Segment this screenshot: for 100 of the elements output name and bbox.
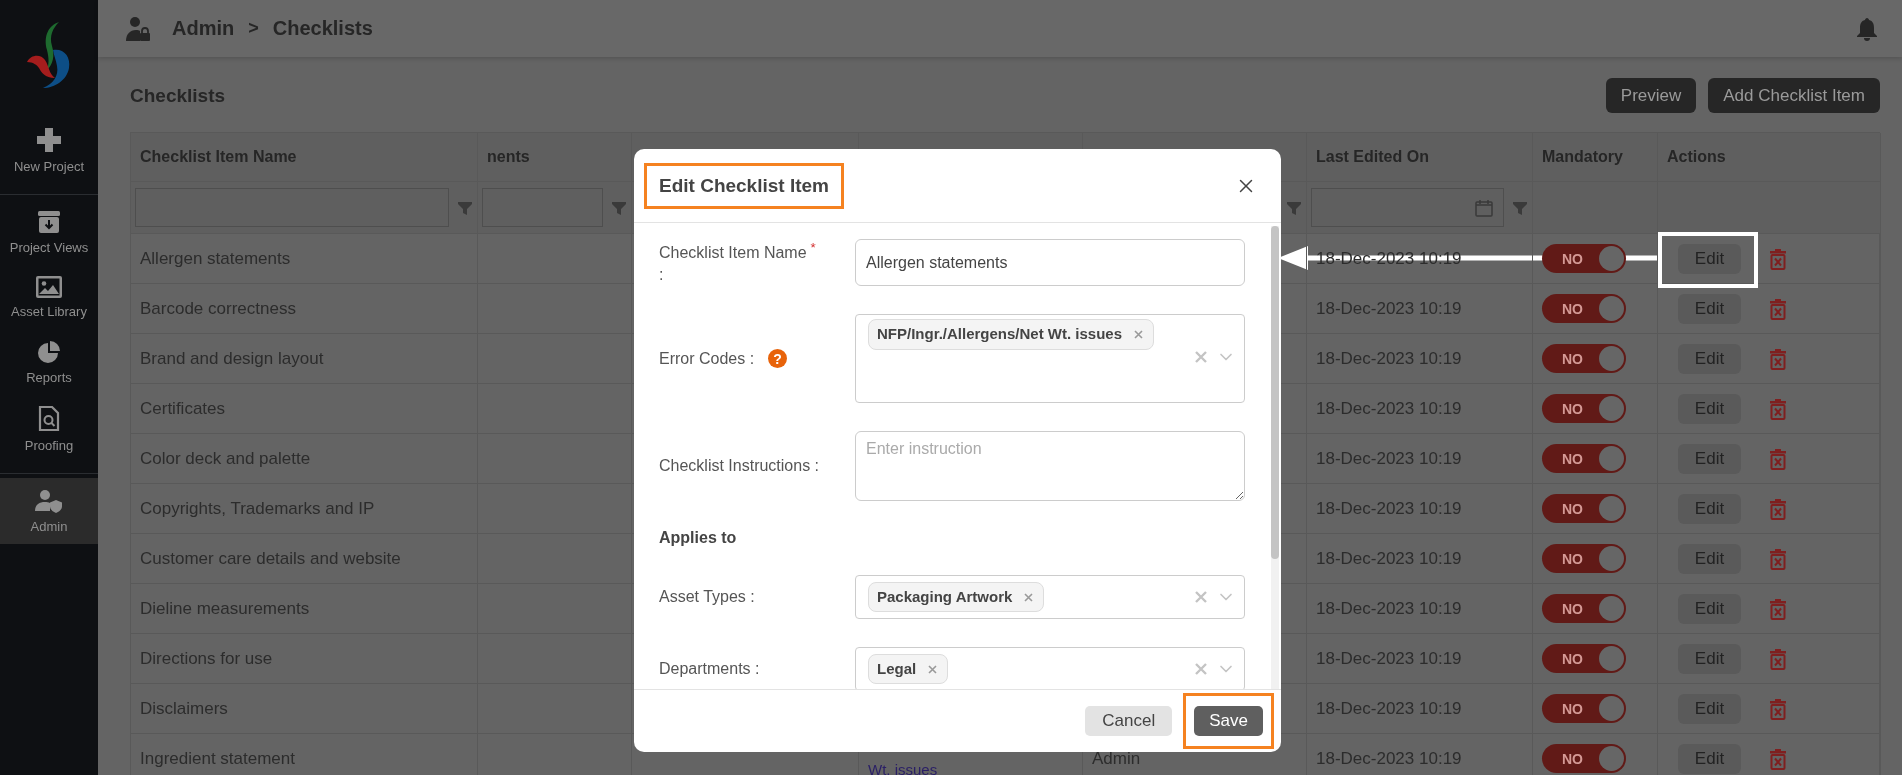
item-name-cell: Ingredient statement bbox=[131, 734, 478, 775]
page-title: Checklists bbox=[130, 84, 226, 107]
date-cell: 18-Dec-2023 10:19 bbox=[1307, 684, 1533, 734]
delete-icon[interactable] bbox=[1769, 447, 1787, 470]
date-cell: 18-Dec-2023 10:19 bbox=[1307, 384, 1533, 434]
sidebar-item[interactable]: Admin bbox=[0, 478, 98, 544]
column-header: Mandatory bbox=[1533, 133, 1658, 182]
date-cell: 18-Dec-2023 10:19 bbox=[1307, 434, 1533, 484]
save-button[interactable]: Save bbox=[1194, 706, 1263, 736]
help-icon[interactable]: ? bbox=[768, 349, 788, 368]
date-cell: 18-Dec-2023 10:19 bbox=[1307, 584, 1533, 634]
mandatory-toggle[interactable]: NO bbox=[1542, 544, 1626, 573]
field-label: Checklist Instructions : bbox=[659, 457, 820, 475]
filter-input[interactable] bbox=[1311, 188, 1504, 227]
sidebar-item[interactable]: Project Views bbox=[0, 199, 98, 265]
item-name-cell: Disclaimers bbox=[131, 684, 478, 734]
date-cell: 18-Dec-2023 10:19 bbox=[1307, 334, 1533, 384]
field-label: Error Codes : bbox=[659, 349, 755, 368]
preview-button[interactable]: Preview bbox=[1605, 78, 1697, 113]
date-cell: 18-Dec-2023 10:19 bbox=[1307, 234, 1533, 284]
scrollbar-thumb[interactable] bbox=[1271, 226, 1279, 560]
document-search-icon bbox=[38, 406, 60, 432]
mandatory-toggle[interactable]: NO bbox=[1542, 644, 1626, 673]
error-code-text: Wt. issues bbox=[868, 761, 938, 775]
breadcrumb-separator: > bbox=[248, 18, 259, 39]
tag-chip: NFP/Ingr./Allergens/Net Wt. issues bbox=[868, 319, 1155, 350]
dialog-title: Edit Checklist Item bbox=[644, 162, 844, 209]
mandatory-toggle[interactable]: NO bbox=[1542, 744, 1626, 773]
user-shield-icon bbox=[35, 489, 63, 513]
date-cell: 18-Dec-2023 10:19 bbox=[1307, 484, 1533, 534]
mandatory-toggle[interactable]: NO bbox=[1542, 594, 1626, 623]
edited-by-text: Admin bbox=[1092, 748, 1141, 769]
column-header: nents bbox=[478, 133, 632, 182]
clear-icon[interactable] bbox=[1194, 350, 1208, 364]
delete-icon[interactable] bbox=[1769, 247, 1787, 270]
bell-icon[interactable] bbox=[1856, 16, 1878, 41]
date-cell: 18-Dec-2023 10:19 bbox=[1307, 284, 1533, 334]
filter-icon[interactable] bbox=[1512, 199, 1528, 216]
delete-icon[interactable] bbox=[1769, 547, 1787, 570]
multi-select[interactable]: Legal bbox=[855, 647, 1245, 689]
sidebar-item[interactable]: Asset Library bbox=[0, 265, 98, 329]
delete-icon[interactable] bbox=[1769, 747, 1787, 770]
item-name-cell: Dieline measurements bbox=[131, 584, 478, 634]
tag-chip: Packaging Artwork bbox=[868, 581, 1045, 613]
clear-icon[interactable] bbox=[1194, 662, 1208, 676]
sidebar-item[interactable]: Reports bbox=[0, 329, 98, 395]
mandatory-toggle[interactable]: NO bbox=[1542, 694, 1626, 723]
multi-select[interactable]: Packaging Artwork bbox=[855, 575, 1245, 619]
sidebar-item[interactable]: Proofing bbox=[0, 395, 98, 463]
image-icon bbox=[36, 276, 62, 298]
filter-icon[interactable] bbox=[1286, 199, 1302, 216]
item-name-cell: Color deck and palette bbox=[131, 434, 478, 484]
delete-icon[interactable] bbox=[1769, 397, 1787, 420]
mandatory-toggle[interactable]: NO bbox=[1542, 494, 1626, 523]
remove-icon[interactable] bbox=[1134, 329, 1144, 339]
item-name-cell: Customer care details and website bbox=[131, 534, 478, 584]
filter-icon[interactable] bbox=[611, 199, 627, 216]
item-name-cell: Brand and design layout bbox=[131, 334, 478, 384]
breadcrumb-current: Checklists bbox=[272, 17, 373, 40]
field-label: Asset Types : bbox=[659, 588, 755, 606]
user-lock-icon bbox=[126, 15, 150, 42]
remove-icon[interactable] bbox=[1024, 592, 1034, 602]
item-name-cell: Barcode correctness bbox=[131, 284, 478, 334]
column-header: Actions bbox=[1658, 133, 1881, 182]
field-label: Checklist Item Name $^{*}$ : bbox=[659, 239, 816, 286]
mandatory-toggle[interactable]: NO bbox=[1542, 244, 1626, 273]
item-name-cell: Certificates bbox=[131, 384, 478, 434]
section-heading: Applies to bbox=[659, 529, 738, 547]
tag-chip: Legal bbox=[868, 653, 949, 685]
column-header: Checklist Item Name bbox=[131, 133, 478, 182]
add-item-button[interactable]: Add Checklist Item bbox=[1708, 78, 1880, 113]
delete-icon[interactable] bbox=[1769, 647, 1787, 670]
instruction-textarea[interactable]: Enter instruction bbox=[855, 431, 1245, 501]
delete-icon[interactable] bbox=[1769, 597, 1787, 620]
column-header: Last Edited On bbox=[1307, 133, 1533, 182]
mandatory-toggle[interactable]: NO bbox=[1542, 394, 1626, 423]
archive-icon bbox=[37, 210, 61, 234]
name-input[interactable]: Allergen statements bbox=[855, 239, 1245, 286]
date-cell: 18-Dec-2023 10:19 bbox=[1307, 634, 1533, 684]
clear-icon[interactable] bbox=[1194, 590, 1208, 604]
delete-icon[interactable] bbox=[1769, 497, 1787, 520]
mandatory-toggle[interactable]: NO bbox=[1542, 294, 1626, 323]
field-label: Departments : bbox=[659, 660, 760, 678]
breadcrumb-link[interactable]: Admin bbox=[172, 17, 235, 40]
mandatory-toggle[interactable]: NO bbox=[1542, 344, 1626, 373]
delete-icon[interactable] bbox=[1769, 297, 1787, 320]
date-cell: 18-Dec-2023 10:19 bbox=[1307, 734, 1533, 775]
calendar-icon[interactable] bbox=[1475, 198, 1493, 217]
plus-icon bbox=[36, 127, 62, 153]
item-name-cell: Copyrights, Trademarks and IP bbox=[131, 484, 478, 534]
delete-icon[interactable] bbox=[1769, 347, 1787, 370]
date-cell: 18-Dec-2023 10:19 bbox=[1307, 534, 1533, 584]
multi-select[interactable]: NFP/Ingr./Allergens/Net Wt. issues bbox=[855, 314, 1245, 403]
mandatory-toggle[interactable]: NO bbox=[1542, 444, 1626, 473]
cancel-button[interactable]: Cancel bbox=[1085, 706, 1173, 736]
filter-icon[interactable] bbox=[457, 199, 473, 216]
remove-icon[interactable] bbox=[928, 664, 938, 674]
delete-icon[interactable] bbox=[1769, 697, 1787, 720]
item-name-cell: Directions for use bbox=[131, 634, 478, 684]
sidebar-item[interactable]: New Project bbox=[0, 116, 98, 184]
